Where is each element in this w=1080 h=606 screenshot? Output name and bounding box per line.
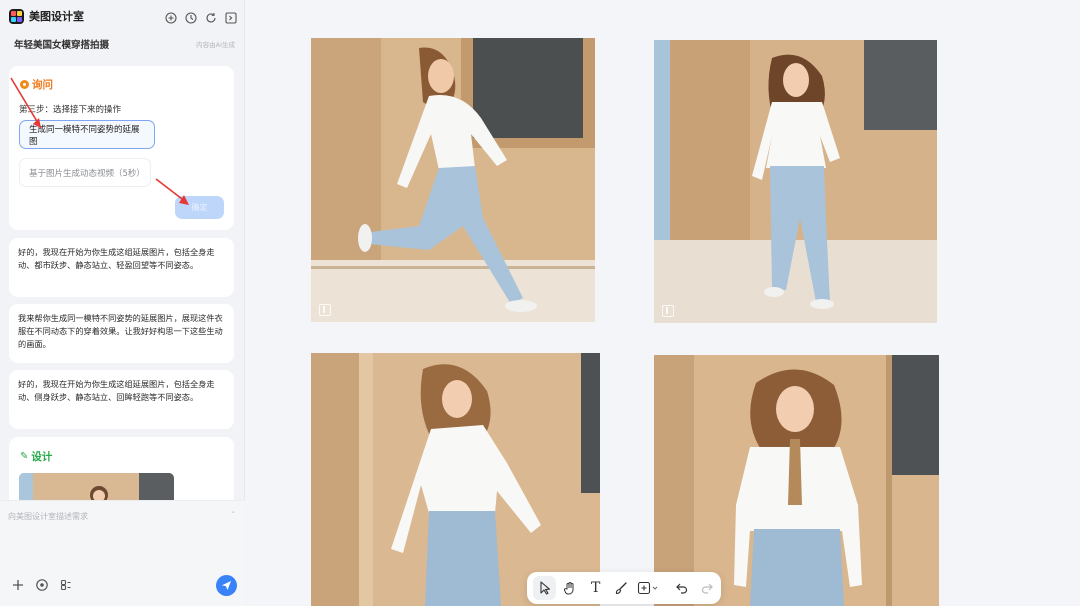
send-button[interactable] (216, 575, 237, 596)
assistant-message: 好的，我现在开始为你生成这组延展图片，包括全身走动、侧身跃步、静态站立、回眸轻跑… (9, 370, 234, 429)
text-icon: T (590, 580, 601, 596)
assistant-message: 好的，我现在开始为你生成这组延展图片，包括全身走动、都市跃步、静态站立、轻盈回望… (9, 238, 234, 297)
send-icon (222, 581, 231, 590)
image-expand-icon[interactable] (662, 305, 674, 317)
generated-image-walking[interactable] (654, 40, 937, 323)
ai-generated-note: 内容由AI生成 (196, 41, 235, 49)
sparkle-icon: ✎ (20, 451, 29, 462)
design-header: ✎ 设计 (20, 449, 52, 464)
canvas-toolbar: T (527, 572, 721, 604)
topbar-actions (165, 9, 237, 24)
add-attachment-icon[interactable] (11, 577, 25, 591)
text-tool[interactable]: T (584, 576, 607, 600)
input-tools (11, 577, 73, 591)
generated-image-running[interactable] (311, 38, 595, 322)
design-label: 设计 (31, 451, 53, 463)
ask-card: 询问 第三步：选择接下来的操作 生成同一模特不同姿势的延展图 基于图片生成动态视… (9, 66, 234, 230)
assistant-message: 我来帮你生成同一模特不同姿势的延展图片，展现这件衣服在不同动态下的穿着效果。让我… (9, 304, 234, 363)
collapse-panel-icon[interactable] (225, 9, 237, 24)
input-resize-handle: ˄ (231, 511, 236, 519)
add-frame-icon (638, 581, 658, 595)
model-select-icon[interactable] (35, 577, 49, 591)
annotation-arrows (10, 77, 189, 205)
add-frame-tool[interactable] (635, 576, 664, 600)
redo-icon (702, 583, 714, 594)
hand-icon (564, 582, 574, 595)
refresh-icon[interactable] (205, 9, 217, 23)
app-logo (9, 8, 24, 24)
hand-tool[interactable] (558, 576, 581, 600)
generated-image-standing[interactable] (654, 355, 939, 606)
undo-icon (675, 583, 687, 594)
session-title: 年轻美国女模穿搭拍摄 (14, 40, 110, 51)
redo-button[interactable] (696, 576, 719, 600)
history-icon[interactable] (185, 9, 197, 24)
chat-input[interactable]: 向美图设计室描述需求 (8, 511, 88, 522)
design-card: ✎ 设计 (9, 437, 234, 507)
app-title: 美图设计室 (29, 10, 84, 23)
pointer-icon (540, 581, 550, 595)
brush-tool[interactable] (609, 576, 632, 600)
image-expand-icon[interactable] (319, 304, 331, 316)
sidebar: 美图设计室 年轻美国女模穿搭拍摄 内容由AI生成 询问 第三步：选择接下来的操作… (0, 0, 245, 606)
brush-icon (615, 582, 627, 595)
pointer-tool[interactable] (533, 576, 557, 600)
sidebar-topbar: 美图设计室 (0, 0, 245, 32)
chat-input-area[interactable]: 向美图设计室描述需求 ˄ (0, 500, 245, 606)
generated-image-looking-back[interactable] (311, 353, 600, 606)
undo-button[interactable] (670, 576, 693, 600)
session-header: 年轻美国女模穿搭拍摄 内容由AI生成 (0, 32, 245, 56)
settings-sliders-icon[interactable] (59, 577, 73, 591)
new-chat-icon[interactable] (165, 9, 177, 24)
